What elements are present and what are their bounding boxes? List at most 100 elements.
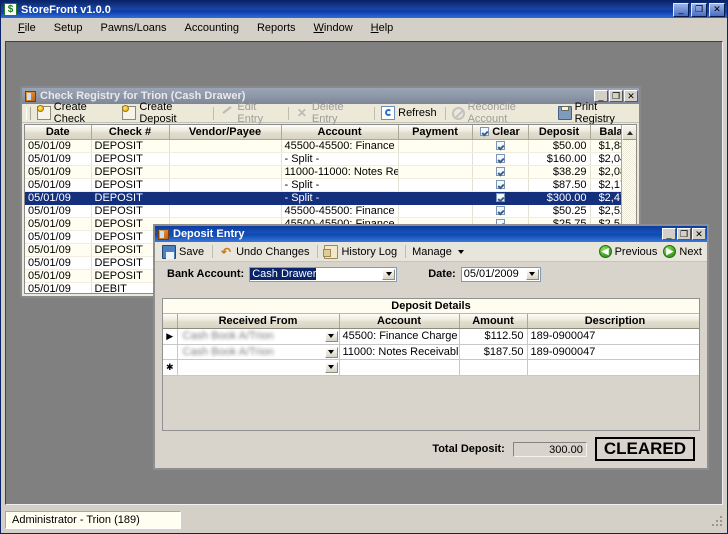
- menu-item-setup[interactable]: Setup: [45, 20, 92, 36]
- cell-received-from[interactable]: Cash Book A/Trion: [177, 344, 340, 360]
- menu-item-accounting[interactable]: Accounting: [176, 20, 248, 36]
- application-window: $ StoreFront v1.0.0 _ ❐ ✕ File Setup Paw…: [0, 0, 728, 534]
- received-from-dropdown-button[interactable]: [324, 361, 338, 373]
- cell-received-from[interactable]: [177, 359, 340, 376]
- menu-item-help[interactable]: Help: [362, 20, 403, 36]
- undo-changes-button[interactable]: ↶ Undo Changes: [216, 244, 314, 260]
- cell-check-number: DEPOSIT: [91, 152, 170, 166]
- cell-date: 05/01/09: [25, 256, 92, 270]
- toolbar-grip[interactable]: [26, 106, 31, 120]
- clear-checkbox[interactable]: [495, 154, 505, 164]
- deposit-details-caption: Deposit Details: [163, 299, 699, 314]
- restore-button[interactable]: ❐: [677, 228, 691, 240]
- cell-date: 05/01/09: [25, 217, 92, 231]
- close-button[interactable]: ✕: [692, 228, 706, 240]
- cell-vendor-payee: [169, 191, 282, 205]
- cell-received-from[interactable]: Cash Book A/Trion: [177, 328, 340, 345]
- printer-icon: [557, 106, 572, 120]
- previous-record-button[interactable]: ◀ Previous: [598, 244, 657, 260]
- menu-item-pawns-loans[interactable]: Pawns/Loans: [92, 20, 176, 36]
- received-from-dropdown-button[interactable]: [324, 330, 338, 342]
- clear-checkbox[interactable]: [495, 180, 505, 190]
- bank-account-label: Bank Account:: [167, 268, 245, 280]
- menu-item-reports[interactable]: Reports: [248, 20, 305, 36]
- chevron-down-icon: [385, 272, 392, 276]
- cell-account[interactable]: [339, 359, 460, 376]
- toolbar-separator: [444, 106, 446, 120]
- cell-check-number: DEPOSIT: [91, 178, 170, 192]
- cell-description[interactable]: [527, 359, 699, 376]
- bank-account-combo[interactable]: Cash Drawer: [249, 266, 398, 282]
- column-header-check-number[interactable]: Check #: [91, 125, 170, 140]
- column-header-payment[interactable]: Payment: [398, 125, 473, 140]
- deposit-header-fields: Bank Account: Cash Drawer Date: 05/01/20…: [155, 262, 707, 286]
- total-deposit-label: Total Deposit:: [432, 443, 505, 455]
- cell-amount[interactable]: $112.50: [459, 328, 528, 345]
- table-row[interactable]: 05/01/09DEPOSIT- Split -$87.50$2,170.87: [25, 178, 636, 192]
- current-row-marker[interactable]: [163, 344, 178, 360]
- clear-checkbox[interactable]: [495, 206, 505, 216]
- save-button[interactable]: Save: [159, 244, 209, 260]
- table-row[interactable]: 05/01/09 DEPOSIT 11000-11000: Notes Re $38.…: [25, 165, 636, 179]
- menu-item-window[interactable]: Window: [305, 20, 362, 36]
- deposit-entry-window-controls: _ ❐ ✕: [662, 228, 706, 240]
- details-empty-area: [163, 375, 699, 430]
- cell-vendor-payee: [169, 152, 282, 166]
- column-header-clear[interactable]: Clear: [472, 125, 529, 140]
- column-header-description[interactable]: Description: [527, 314, 699, 329]
- clear-checkbox[interactable]: [495, 141, 505, 151]
- cell-check-number: DEPOSIT: [91, 191, 170, 205]
- column-header-account[interactable]: Account: [281, 125, 399, 140]
- refresh-button[interactable]: Refresh: [378, 105, 442, 121]
- clear-checkbox[interactable]: [495, 193, 505, 203]
- new-row-marker[interactable]: ✱: [163, 359, 178, 376]
- print-registry-button[interactable]: Print Registry: [555, 101, 639, 125]
- close-button[interactable]: ✕: [709, 2, 725, 17]
- cell-description[interactable]: 189-0900047: [527, 328, 699, 345]
- clear-checkbox[interactable]: [495, 167, 505, 177]
- registry-icon: [25, 90, 36, 102]
- received-from-dropdown-button[interactable]: [324, 346, 338, 358]
- date-value: 05/01/2009: [463, 268, 519, 280]
- list-item[interactable]: ✱: [163, 359, 699, 376]
- column-header-received-from[interactable]: Received From: [177, 314, 340, 329]
- history-log-button[interactable]: History Log: [321, 244, 402, 260]
- manage-menu-button[interactable]: Manage: [409, 244, 469, 260]
- table-row[interactable]: 05/01/09DEPOSIT- Split -$160.00$2,045.08: [25, 152, 636, 166]
- column-header-amount[interactable]: Amount: [459, 314, 528, 329]
- chevron-down-icon: [328, 365, 334, 369]
- next-record-button[interactable]: ▶ Next: [663, 244, 702, 260]
- maximize-button[interactable]: ❐: [691, 2, 707, 17]
- cell-deposit: $160.00: [528, 152, 591, 166]
- cell-check-number: DEPOSIT: [91, 204, 170, 218]
- minimize-button[interactable]: _: [673, 2, 689, 17]
- cell-account: 11000-11000: Notes Re: [281, 165, 399, 179]
- table-row[interactable]: 05/01/09 DEPOSIT 45500-45500: Finance $50.2…: [25, 204, 636, 218]
- create-check-button[interactable]: Create Check: [34, 101, 120, 125]
- minimize-button[interactable]: _: [662, 228, 676, 240]
- list-item[interactable]: ▶ Cash Book A/Trion 45500: Finance Charge …: [163, 328, 699, 345]
- cell-amount[interactable]: [459, 359, 528, 376]
- create-deposit-button[interactable]: Create Deposit: [119, 101, 210, 125]
- cell-account: 45500-45500: Finance: [281, 139, 399, 153]
- current-row-marker[interactable]: ▶: [163, 328, 178, 345]
- redacted-value: Cash Book A/Trion: [182, 330, 274, 342]
- date-dropdown-button[interactable]: [525, 268, 539, 280]
- column-header-vendor-payee[interactable]: Vendor/Payee: [169, 125, 282, 140]
- date-picker[interactable]: 05/01/2009: [460, 266, 541, 282]
- column-header-deposit[interactable]: Deposit: [528, 125, 591, 140]
- cell-account[interactable]: 11000: Notes Receivables: [339, 344, 460, 360]
- cell-vendor-payee: [169, 139, 282, 153]
- menu-item-file[interactable]: File: [9, 20, 45, 36]
- resize-grip-icon[interactable]: [709, 513, 723, 527]
- table-row[interactable]: 05/01/09 DEPOSIT 45500-45500: Finance $50.0…: [25, 139, 636, 153]
- bank-account-dropdown-button[interactable]: [382, 268, 396, 280]
- list-item[interactable]: Cash Book A/Trion 11000: Notes Receivable…: [163, 344, 699, 360]
- scroll-up-button[interactable]: [622, 125, 636, 140]
- cell-account[interactable]: 45500: Finance Charge Inco: [339, 328, 460, 345]
- cell-description[interactable]: 189-0900047: [527, 344, 699, 360]
- column-header-date[interactable]: Date: [25, 125, 92, 140]
- cell-amount[interactable]: $187.50: [459, 344, 528, 360]
- table-row[interactable]: 05/01/09DEPOSIT- Split -$300.00$2,470.87: [25, 191, 636, 205]
- column-header-account[interactable]: Account: [339, 314, 460, 329]
